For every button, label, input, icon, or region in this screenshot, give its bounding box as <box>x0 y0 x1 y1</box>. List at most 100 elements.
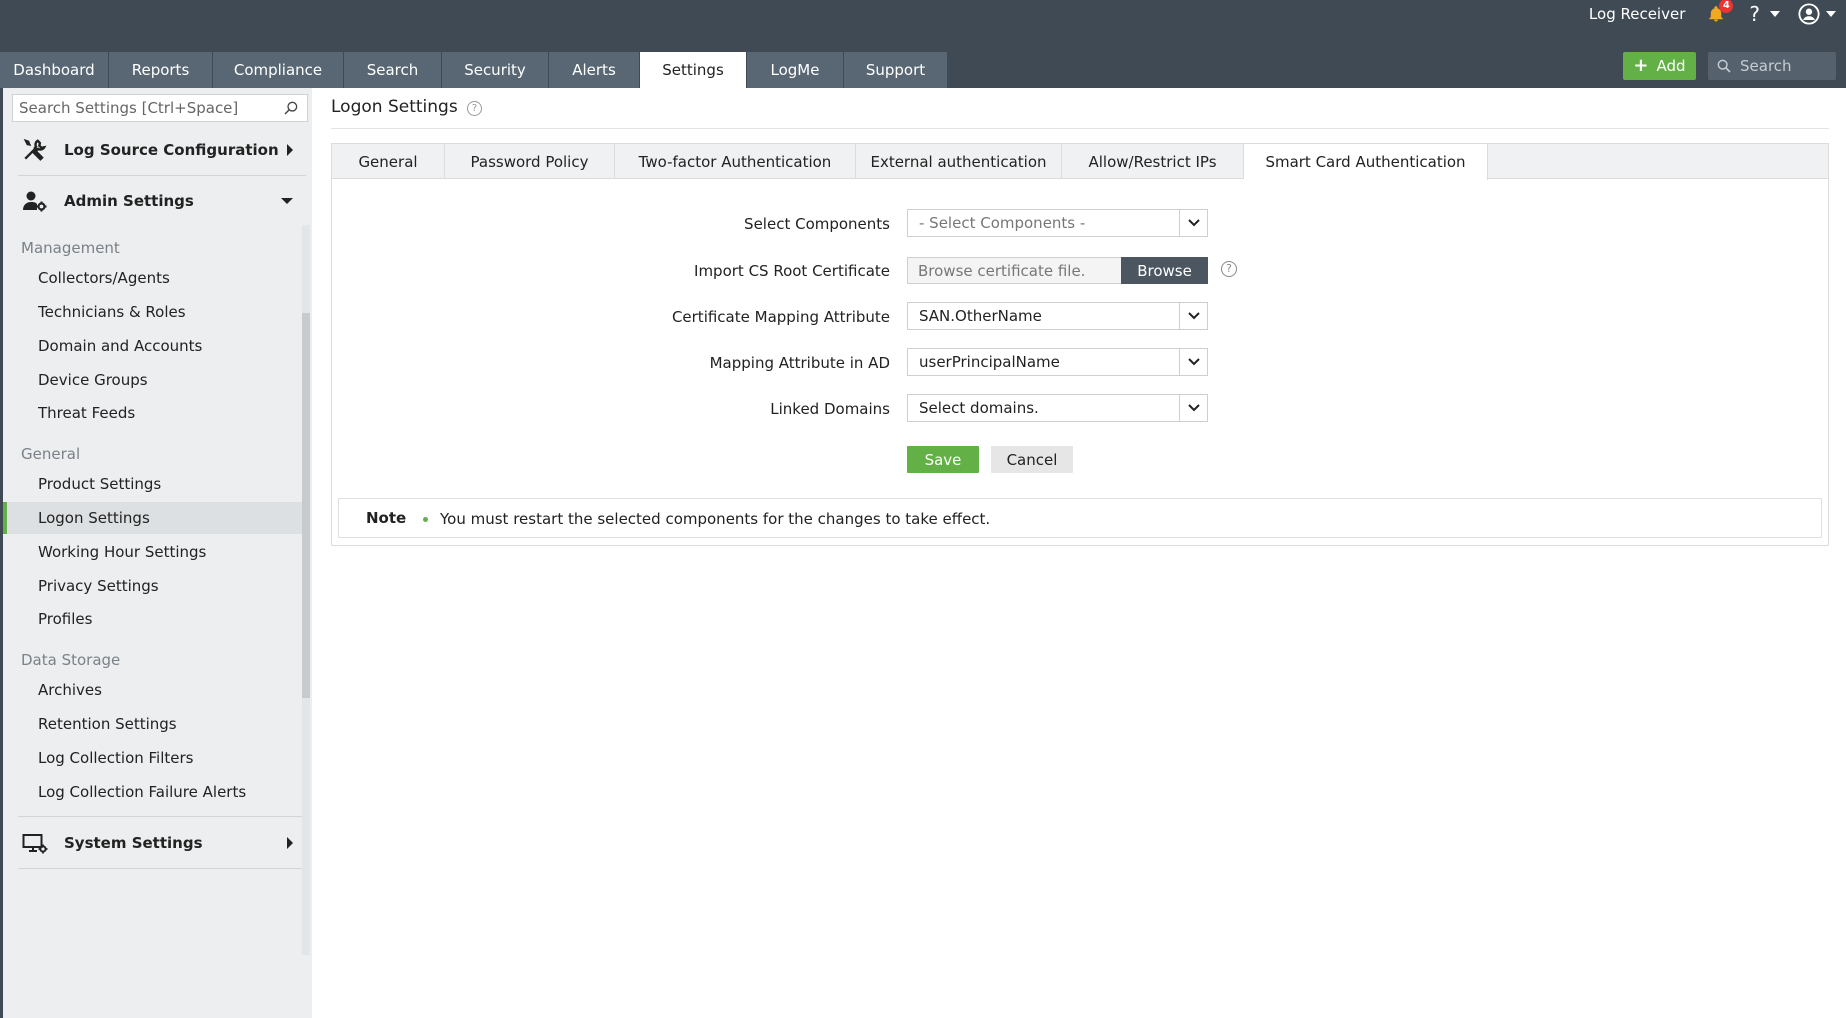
note-box: Note You must restart the selected compo… <box>338 498 1822 538</box>
user-gear-icon <box>23 191 47 212</box>
certificate-file-placeholder: Browse certificate file. <box>918 261 1086 280</box>
cert-mapping-dropdown[interactable]: SAN.OtherName <box>907 302 1208 330</box>
sidebar-scrollbar[interactable] <box>302 225 310 955</box>
nav-tab-compliance[interactable]: Compliance <box>213 52 344 88</box>
chevron-right-icon <box>287 837 293 849</box>
sidebar-item-working-hour-settings[interactable]: Working Hour Settings <box>3 536 303 568</box>
sidebar-item-product-settings[interactable]: Product Settings <box>3 468 303 500</box>
sidebar-item-collectors-agents[interactable]: Collectors/Agents <box>3 262 303 294</box>
section-label: Admin Settings <box>64 192 194 210</box>
cancel-button[interactable]: Cancel <box>991 446 1073 473</box>
tab-general[interactable]: General <box>332 144 445 179</box>
section-log-source-configuration[interactable]: Log Source Configuration <box>18 125 303 175</box>
section-system-settings[interactable]: System Settings <box>18 818 303 868</box>
help-icon: ? <box>1749 2 1760 26</box>
search-icon[interactable] <box>283 100 299 116</box>
help-icon[interactable]: ? <box>1221 261 1237 277</box>
chevron-down-icon <box>1179 395 1207 421</box>
main-nav: Dashboard Reports Compliance Search Secu… <box>0 52 948 88</box>
sidebar-scrollbar-thumb[interactable] <box>302 313 310 698</box>
linked-domains-label: Linked Domains <box>770 400 890 418</box>
sidebar-item-profiles[interactable]: Profiles <box>3 603 303 635</box>
divider <box>331 128 1829 129</box>
divider <box>18 868 306 869</box>
bullet-icon <box>423 517 428 522</box>
logon-settings-panel: General Password Policy Two-factor Authe… <box>331 143 1829 546</box>
section-label: Log Source Configuration <box>64 141 279 159</box>
chevron-down-icon <box>1179 210 1207 236</box>
sidebar-item-domain-and-accounts[interactable]: Domain and Accounts <box>3 330 303 362</box>
help-icon[interactable]: ? <box>467 101 482 116</box>
sidebar-item-threat-feeds[interactable]: Threat Feeds <box>3 397 303 429</box>
top-header: Log Receiver 4 ? Dashboard Reports Compl… <box>0 0 1846 88</box>
sidebar-item-log-collection-filters[interactable]: Log Collection Filters <box>3 742 303 774</box>
page-title: Logon Settings <box>331 97 458 117</box>
cert-mapping-value: SAN.OtherName <box>919 307 1042 325</box>
notification-count-badge: 4 <box>1719 0 1734 13</box>
sidebar-item-privacy-settings[interactable]: Privacy Settings <box>3 570 303 602</box>
settings-search-input[interactable]: Search Settings [Ctrl+Space] <box>12 94 308 122</box>
global-search-placeholder: Search <box>1740 57 1792 75</box>
group-label-management: Management <box>21 239 120 257</box>
divider <box>18 816 306 817</box>
group-label-data-storage: Data Storage <box>21 651 121 669</box>
sidebar-item-log-collection-failure-alerts[interactable]: Log Collection Failure Alerts <box>3 776 303 808</box>
browse-button[interactable]: Browse <box>1121 257 1208 284</box>
chevron-down-icon <box>281 198 293 204</box>
ad-mapping-dropdown[interactable]: userPrincipalName <box>907 348 1208 376</box>
product-name: Log Receiver <box>1588 5 1686 23</box>
sidebar-item-logon-settings[interactable]: Logon Settings <box>3 502 303 534</box>
chevron-down-icon <box>1770 11 1780 17</box>
nav-tab-security[interactable]: Security <box>442 52 549 88</box>
select-components-dropdown[interactable]: - Select Components - <box>907 209 1208 237</box>
sidebar-item-device-groups[interactable]: Device Groups <box>3 364 303 396</box>
group-label-general: General <box>21 445 81 463</box>
tab-external-authentication[interactable]: External authentication <box>856 144 1062 179</box>
nav-tab-dashboard[interactable]: Dashboard <box>0 52 109 88</box>
user-avatar-icon <box>1798 3 1820 25</box>
tab-smart-card-authentication[interactable]: Smart Card Authentication <box>1244 144 1488 180</box>
chevron-down-icon <box>1826 11 1836 17</box>
plus-icon: + <box>1633 55 1649 76</box>
chevron-down-icon <box>1179 349 1207 375</box>
notifications-button[interactable]: 4 <box>1707 0 1734 23</box>
add-button[interactable]: + Add <box>1623 52 1696 80</box>
ad-mapping-label: Mapping Attribute in AD <box>709 354 890 372</box>
tab-allow-restrict-ips[interactable]: Allow/Restrict IPs <box>1062 144 1244 179</box>
linked-domains-dropdown[interactable]: Select domains. <box>907 394 1208 422</box>
note-title: Note <box>366 509 407 527</box>
tab-two-factor-authentication[interactable]: Two-factor Authentication <box>615 144 856 179</box>
sidebar-item-retention-settings[interactable]: Retention Settings <box>3 708 303 740</box>
nav-tab-alerts[interactable]: Alerts <box>549 52 640 88</box>
nav-tab-logme[interactable]: LogMe <box>747 52 844 88</box>
sidebar-item-archives[interactable]: Archives <box>3 674 303 706</box>
ad-mapping-value: userPrincipalName <box>919 353 1060 371</box>
import-cert-label: Import CS Root Certificate <box>694 262 890 280</box>
save-button[interactable]: Save <box>907 446 979 473</box>
user-menu-button[interactable] <box>1798 3 1836 25</box>
sidebar-item-technicians-roles[interactable]: Technicians & Roles <box>3 296 303 328</box>
tools-icon <box>23 138 47 161</box>
note-text: You must restart the selected components… <box>440 510 991 528</box>
select-components-value: - Select Components - <box>919 214 1086 232</box>
nav-tab-support[interactable]: Support <box>844 52 948 88</box>
nav-tab-reports[interactable]: Reports <box>109 52 213 88</box>
search-icon <box>1717 59 1731 73</box>
logon-subtabs: General Password Policy Two-factor Authe… <box>332 144 1828 180</box>
nav-tab-search[interactable]: Search <box>344 52 442 88</box>
add-button-label: Add <box>1656 57 1686 75</box>
section-admin-settings[interactable]: Admin Settings <box>18 176 303 226</box>
section-label: System Settings <box>64 834 203 852</box>
help-menu-button[interactable]: ? <box>1749 2 1780 26</box>
settings-sidebar: Search Settings [Ctrl+Space] Log Source … <box>0 88 312 1018</box>
global-search-input[interactable]: Search <box>1708 52 1836 80</box>
chevron-down-icon <box>1179 303 1207 329</box>
tab-password-policy[interactable]: Password Policy <box>445 144 615 179</box>
monitor-gear-icon <box>22 834 48 854</box>
linked-domains-value: Select domains. <box>919 399 1039 417</box>
header-right-tools: Log Receiver 4 ? <box>1589 0 1846 28</box>
chevron-right-icon <box>287 144 293 156</box>
certificate-file-input[interactable]: Browse certificate file. <box>907 257 1121 284</box>
cert-mapping-label: Certificate Mapping Attribute <box>671 308 890 326</box>
nav-tab-settings[interactable]: Settings <box>640 52 747 88</box>
